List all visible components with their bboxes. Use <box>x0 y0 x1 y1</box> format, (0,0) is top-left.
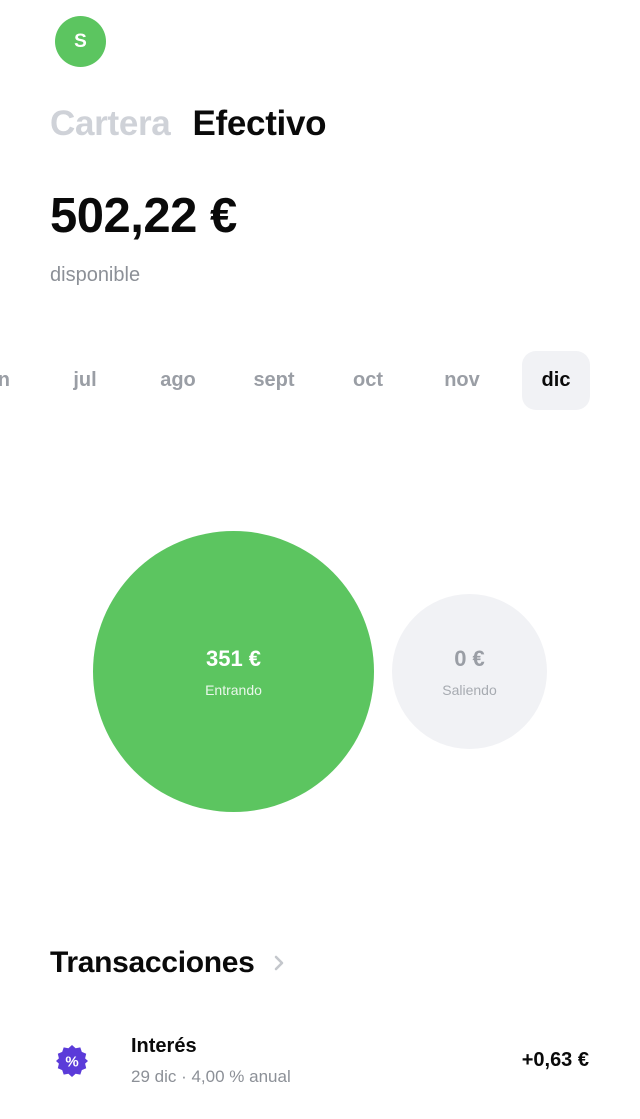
incoming-amount: 351 € <box>205 645 262 671</box>
percent-badge-icon: % <box>53 1042 91 1080</box>
transaction-title: Interés <box>131 1035 197 1057</box>
transaction-subtitle: 29 dic · 4,00 % anual <box>131 1067 291 1086</box>
month-item-dic[interactable]: dic <box>522 351 590 410</box>
transaction-amount: +0,63 € <box>521 1049 589 1071</box>
user-avatar[interactable]: S <box>55 16 106 67</box>
avatar-initial: S <box>74 30 87 52</box>
outgoing-amount: 0 € <box>454 645 485 671</box>
month-item-jul[interactable]: jul <box>50 351 120 410</box>
incoming-label: Entrando <box>205 681 262 698</box>
month-item-sept[interactable]: sept <box>236 351 312 410</box>
month-selector: n jul ago sept oct nov dic <box>0 351 640 411</box>
svg-text:%: % <box>65 1054 78 1071</box>
outgoing-label: Saliendo <box>442 681 497 698</box>
chevron-right-icon <box>273 954 285 972</box>
balance-label: disponible <box>50 264 141 286</box>
tab-efectivo[interactable]: Efectivo <box>192 104 326 144</box>
outgoing-bubble[interactable]: 0 € Saliendo <box>392 594 547 749</box>
month-item-oct[interactable]: oct <box>332 351 404 410</box>
incoming-bubble[interactable]: 351 € Entrando <box>93 531 374 812</box>
tab-cartera[interactable]: Cartera <box>50 104 171 144</box>
month-item-nov[interactable]: nov <box>424 351 500 410</box>
month-item-previous[interactable]: n <box>0 351 10 410</box>
transaction-row[interactable]: % Interés 29 dic · 4,00 % anual +0,63 € <box>0 1025 640 1105</box>
transactions-title: Transacciones <box>50 946 255 979</box>
transactions-header[interactable]: Transacciones <box>50 946 285 980</box>
app-screen: S Cartera Efectivo 502,22 € disponible n… <box>0 0 640 1119</box>
segment-tabs: Cartera Efectivo <box>50 104 327 144</box>
month-item-ago[interactable]: ago <box>140 351 216 410</box>
balance-amount: 502,22 € <box>50 189 237 243</box>
